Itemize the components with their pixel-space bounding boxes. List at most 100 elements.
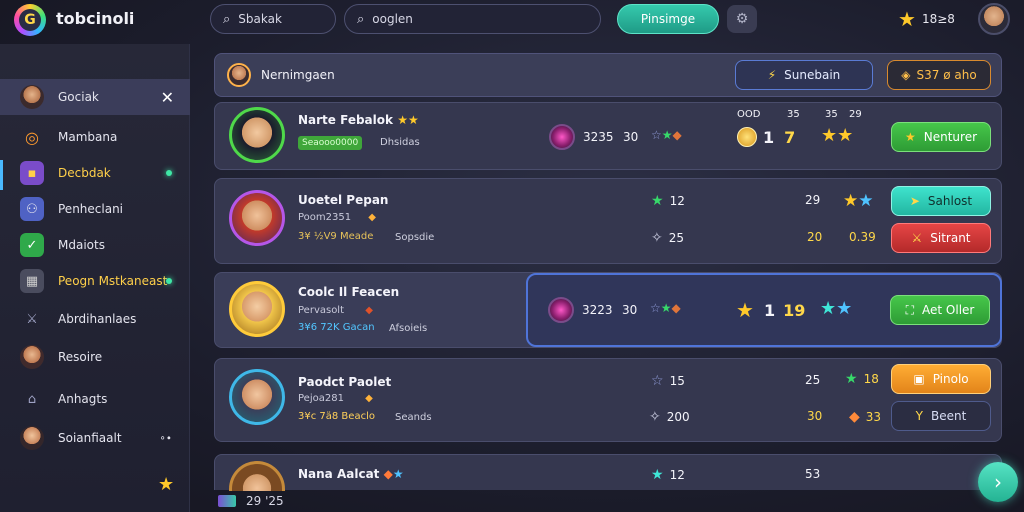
rank-icon: ✧: [649, 409, 661, 425]
star-icon: ★: [392, 467, 404, 481]
sidebar-item-label: Soianfiaalt: [58, 431, 122, 445]
gem-icon: ◆: [849, 409, 860, 425]
star-row: ☆ ★ ◆: [651, 128, 682, 142]
gem-icon: ◆: [383, 467, 393, 481]
sidebar-item-4[interactable]: ✓ Mdaiots: [0, 227, 190, 263]
player-tag: Afsoieis: [389, 323, 428, 334]
sidebar-item-label: Gociak: [58, 90, 99, 104]
header-orange-button-label: S37 ø aho: [916, 68, 977, 82]
next-arrow-button[interactable]: ›: [978, 462, 1018, 502]
player-row-1[interactable]: Narte Febalok ★★ Seaooo0000 Dhsidas 3235…: [214, 102, 1002, 170]
header-blue-button[interactable]: ⚡ Sunebain: [735, 60, 873, 90]
stat-value: 53: [805, 467, 821, 481]
search-box-primary[interactable]: ⌕ Sbakak: [210, 4, 336, 34]
sidebar-item-2[interactable]: ▪ Decbdak: [0, 155, 190, 191]
stat-value: 20: [807, 230, 823, 244]
sidebar-item-1[interactable]: ◎ Mambana: [0, 119, 190, 155]
chest-icon: ▪: [20, 161, 44, 185]
stat-green: ★ 12: [651, 193, 685, 209]
stat-star: ☆ 15: [651, 373, 685, 389]
sidebar: Gociak ✕ ◎ Mambana ▪ Decbdak ⚇ Penheclan…: [0, 44, 190, 512]
search-icon: ⌕: [223, 11, 231, 27]
stats-icon: [218, 495, 236, 507]
col-header: OOD: [737, 109, 761, 120]
star-total: 18≥8: [921, 12, 955, 26]
gem-icon: ◆: [365, 393, 373, 404]
player-subtitle-text: Pejoa281: [298, 393, 344, 404]
sidebar-item-0[interactable]: Gociak ✕: [0, 79, 190, 115]
sidebar-item-label: Peogn Mstkaneast: [58, 274, 168, 288]
row-action-button[interactable]: ★ Nenturer: [891, 122, 991, 152]
avatar-icon: [20, 345, 44, 369]
header-blue-button-label: Sunebain: [784, 68, 841, 82]
col-header: 35: [825, 109, 838, 120]
stat-a: 3235: [583, 130, 614, 144]
player-subtitle-text: Poom2351: [298, 212, 352, 223]
player-name: Coolc Il Feacen: [298, 285, 400, 299]
row-action-label: Pinolo: [932, 372, 969, 386]
player-subtitle-text: Pervasolt: [298, 305, 345, 316]
col-header: 35: [787, 109, 800, 120]
settings-button[interactable]: ⚙: [727, 5, 757, 33]
star-icon: ☆: [651, 373, 664, 389]
stat-b: 30: [623, 130, 639, 144]
status-badge: Seaooo0000: [298, 136, 363, 150]
orb-icon: [548, 297, 574, 323]
row-secondary-label: Beent: [931, 409, 967, 423]
row-secondary-button[interactable]: Y Beent: [891, 401, 991, 431]
star-icon: ★: [904, 130, 916, 144]
player-name: Uoetel Pepan: [298, 193, 389, 207]
sidebar-item-7[interactable]: Resoire: [0, 339, 190, 375]
sidebar-item-5[interactable]: ▦ Peogn Mstkaneast: [0, 263, 190, 299]
footer-value: 29 '25: [246, 494, 284, 508]
sidebar-item-6[interactable]: ⚔ Abrdihanlaes: [0, 301, 190, 337]
search-input[interactable]: ⌕ ooglen: [344, 4, 601, 34]
player-avatar: [229, 107, 285, 163]
stat-b: 30: [622, 303, 638, 317]
home-icon: ⌂: [27, 391, 37, 407]
stat-a: 3223: [582, 303, 613, 317]
star-icon: ★: [407, 113, 419, 127]
row-action-button[interactable]: ▣ Pinolo: [891, 364, 991, 394]
star-icon: ☆: [651, 128, 662, 142]
stat-star-value: 15: [669, 374, 685, 388]
user-avatar[interactable]: [978, 3, 1010, 35]
swords-icon: ⚔: [26, 311, 38, 327]
player-row-2[interactable]: Uoetel Pepan Poom2351 ◆ 3¥ ½V9 Meade Sop…: [214, 178, 1002, 264]
row-action-button[interactable]: ⛶ Aet Oller: [890, 295, 990, 325]
close-icon[interactable]: ✕: [161, 88, 174, 107]
player-row-5[interactable]: Nana Aalcat ◆★ ★ 12 53: [214, 454, 1002, 491]
player-tag: Sopsdie: [395, 232, 435, 243]
more-icon[interactable]: ∘∙: [159, 433, 172, 444]
stat-rank: ✧ 200: [649, 409, 690, 425]
primary-pill-button[interactable]: Pinsimge: [617, 4, 719, 34]
star-icon: ★: [158, 474, 175, 495]
player-subtitle: Pervasolt ◆: [298, 305, 373, 316]
star-row: ☆ ★ ◆: [650, 301, 681, 315]
row-action-button[interactable]: ➤ Sahlost: [891, 186, 991, 216]
stat-value: ◆ 33: [849, 409, 881, 425]
star-icon: ★: [820, 298, 837, 319]
player-name-text: Narte Febalok: [298, 113, 393, 127]
star-icon: ★: [821, 125, 838, 146]
check-icon: ✓: [20, 233, 44, 257]
value-1: 1: [763, 300, 776, 320]
panel-title: Nernimgaen: [261, 68, 335, 82]
player-name-text: Nana Aalcat: [298, 467, 380, 481]
player-row-4[interactable]: Paodct Paolet Pejoa281 ◆ 3¥c 7ä8 Beaclo …: [214, 358, 1002, 442]
panel-header: Nernimgaen ⚡ Sunebain ◈ S37 ø aho: [214, 53, 1002, 97]
sidebar-item-3[interactable]: ⚇ Penheclani: [0, 191, 190, 227]
stat-green: ★ 18: [845, 371, 879, 387]
player-name: Paodct Paolet: [298, 375, 392, 389]
stat-star: ★ 12: [651, 467, 685, 483]
header-orange-button[interactable]: ◈ S37 ø aho: [887, 60, 991, 90]
star-icon: ★: [858, 191, 874, 211]
coin-value: ★ 1 19: [736, 298, 805, 322]
app-logo[interactable]: G: [14, 4, 46, 36]
notification-dot: [166, 170, 172, 176]
gem-icon: ◆: [368, 212, 376, 223]
row-secondary-button[interactable]: ⚔ Sitrant: [891, 223, 991, 253]
sidebar-item-8[interactable]: ⌂ Anhagts: [0, 381, 190, 417]
sidebar-item-9[interactable]: Soianfiaalt ∘∙: [0, 420, 190, 456]
star-icon: ★: [736, 298, 754, 322]
